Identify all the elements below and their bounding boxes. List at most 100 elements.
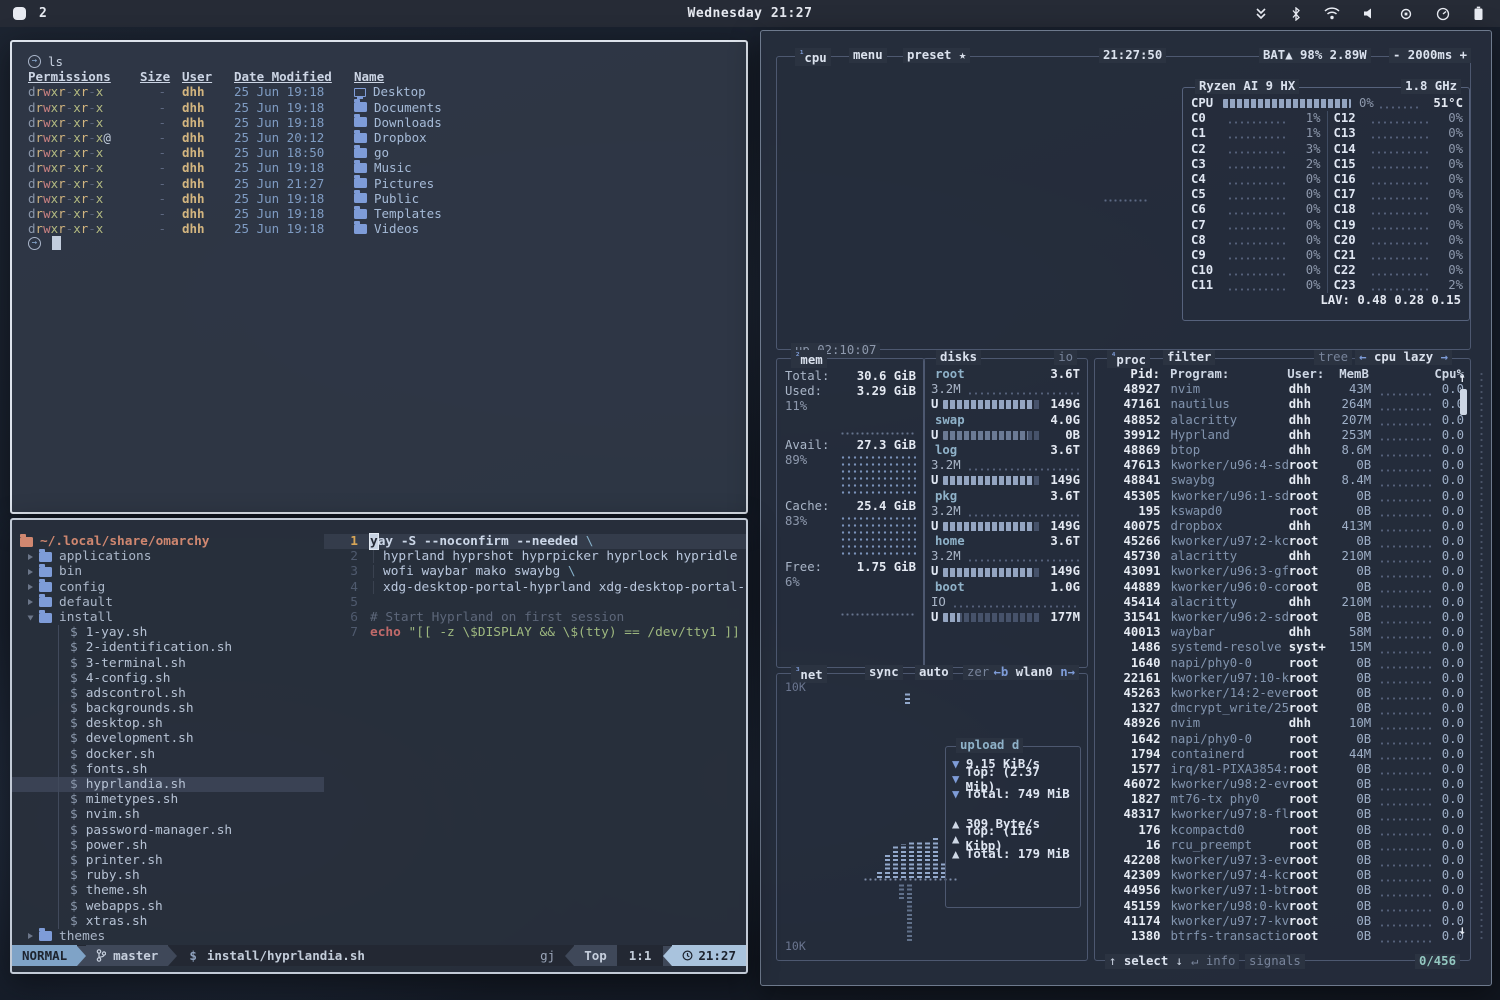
folder-icon: [20, 537, 33, 547]
date-modified: 25 Jun 18:50: [234, 145, 340, 160]
process-row[interactable]: 40075 dropbox dhh 413M 0.0: [1095, 519, 1470, 534]
file-name[interactable]: Desktop: [354, 84, 426, 99]
process-row[interactable]: 176 kcompactd0 root 0B 0.0: [1095, 823, 1470, 838]
refresh-interval[interactable]: - 2000ms +: [1389, 48, 1471, 63]
process-row[interactable]: 43091 kworker/u96:3-gf root 0B 0.0: [1095, 564, 1470, 579]
process-row[interactable]: 22161 kworker/u97:10-k root 0B 0.0: [1095, 671, 1470, 686]
prompt-line-2[interactable]: →: [28, 236, 746, 250]
btop-scrollbar[interactable]: [1480, 371, 1483, 941]
proc-box-title[interactable]: ⁴proc: [1107, 350, 1150, 368]
proc-footer-signals[interactable]: signals: [1245, 954, 1305, 969]
tree-dir-config[interactable]: config: [12, 580, 324, 595]
preset-button[interactable]: preset ★: [903, 48, 970, 63]
process-row[interactable]: 42309 kworker/u97:4-kc root 0B 0.0: [1095, 868, 1470, 883]
process-row[interactable]: 195 kswapd0 root 0B 0.0: [1095, 504, 1470, 519]
proc-header-row[interactable]: Pid: Program: User: MemB Cpu%: [1095, 367, 1470, 382]
process-row[interactable]: 1486 systemd-resolve syst+ 15M 0.0: [1095, 640, 1470, 655]
bluetooth-icon[interactable]: [1291, 7, 1301, 21]
tree-dir-install[interactable]: install: [12, 610, 324, 625]
tree-root[interactable]: ~/.local/share/omarchy: [12, 534, 324, 549]
process-row[interactable]: 45414 alacritty dhh 210M 0.0: [1095, 595, 1470, 610]
file-name[interactable]: Public: [354, 191, 419, 206]
process-row[interactable]: 1577 irq/81-PIXA3854: root 0B 0.0: [1095, 762, 1470, 777]
volume-icon[interactable]: [1363, 7, 1376, 20]
scroll-down-indicator[interactable]: ↓: [1459, 923, 1466, 938]
process-row[interactable]: 45305 kworker/u96:1-sd root 0B 0.0: [1095, 489, 1470, 504]
menu-button[interactable]: menu: [849, 48, 887, 63]
process-row[interactable]: 1380 btrfs-transactio root 0B 0.0: [1095, 929, 1470, 944]
file-name[interactable]: Templates: [354, 206, 442, 221]
process-row[interactable]: 1642 napi/phy0-0 root 0B 0.0: [1095, 732, 1470, 747]
filter-button[interactable]: filter: [1163, 350, 1215, 365]
file-name[interactable]: go: [354, 145, 389, 160]
git-branch[interactable]: master: [86, 945, 168, 966]
core-row: C23%: [1191, 142, 1321, 157]
process-row[interactable]: 48926 nvim dhh 10M 0.0: [1095, 716, 1470, 731]
proc-footer-info[interactable]: ↵ info: [1187, 954, 1239, 969]
process-row[interactable]: 48927 nvim dhh 43M 0.0: [1095, 382, 1470, 397]
file-name[interactable]: Pictures: [354, 176, 434, 191]
process-row[interactable]: 48841 swaybg dhh 8.4M 0.0: [1095, 473, 1470, 488]
mem-box-title[interactable]: ²mem: [791, 350, 827, 368]
file-name[interactable]: Dropbox: [354, 130, 427, 145]
process-row[interactable]: 45266 kworker/u97:2-kc root 0B 0.0: [1095, 534, 1470, 549]
process-row[interactable]: 47161 nautilus dhh 264M 0.0: [1095, 397, 1470, 412]
tree-dir-applications[interactable]: applications: [12, 549, 324, 564]
process-row[interactable]: 41174 kworker/u97:7-kv root 0B 0.0: [1095, 914, 1470, 929]
process-row[interactable]: 42208 kworker/u97:3-ev root 0B 0.0: [1095, 853, 1470, 868]
btop-window[interactable]: ¹cpu menu preset ★ 21:27:50 BAT▲ 98% 2.8…: [760, 30, 1492, 986]
process-row[interactable]: 44889 kworker/u96:0-co root 0B 0.0: [1095, 580, 1470, 595]
process-row[interactable]: 44956 kworker/u97:1-bt root 0B 0.0: [1095, 883, 1470, 898]
current-file[interactable]: $install/hyprlandia.sh: [189, 948, 365, 963]
code-line[interactable]: 7echo "[[ -z \$DISPLAY && \$(tty) == /de…: [324, 625, 746, 640]
cpu-box-title[interactable]: ¹cpu: [795, 48, 831, 66]
folder-open-icon: [39, 613, 52, 623]
code-line[interactable]: 3wofi waybar mako swaybg \: [324, 564, 746, 579]
code-line[interactable]: 4xdg-desktop-portal-hyprland xdg-desktop…: [324, 580, 746, 595]
tree-dir-default[interactable]: default: [12, 595, 324, 610]
proc-scrollbar-thumb[interactable]: [1460, 389, 1467, 415]
process-row[interactable]: 1640 napi/phy0-0 root 0B 0.0: [1095, 656, 1470, 671]
neovim-window[interactable]: ~/.local/share/omarchyapplicationsbincon…: [10, 518, 748, 974]
proc-footer-select[interactable]: ↑ select ↓: [1105, 954, 1187, 969]
process-row[interactable]: 47613 kworker/u96:4-sd root 0B 0.0: [1095, 458, 1470, 473]
sort-selector[interactable]: ← cpu lazy →: [1355, 350, 1452, 365]
process-row[interactable]: 45263 kworker/14:2-eve root 0B 0.0: [1095, 686, 1470, 701]
updates-icon[interactable]: [1254, 7, 1268, 21]
process-row[interactable]: 45159 kworker/u98:0-kv root 0B 0.0: [1095, 899, 1470, 914]
process-row[interactable]: 45730 alacritty dhh 210M 0.0: [1095, 549, 1470, 564]
tree-dir-bin[interactable]: bin: [12, 564, 324, 579]
file-name[interactable]: Videos: [354, 221, 419, 236]
io-mode-button[interactable]: io: [1054, 350, 1077, 365]
scroll-up-indicator[interactable]: ↑: [1459, 371, 1466, 386]
tree-dir-themes[interactable]: themes: [12, 929, 324, 943]
process-row[interactable]: 48317 kworker/u97:8-fl root 0B 0.0: [1095, 807, 1470, 822]
process-row[interactable]: 46072 kworker/u98:2-ev root 0B 0.0: [1095, 777, 1470, 792]
gear-icon[interactable]: [1399, 7, 1413, 21]
gauge-icon[interactable]: [1436, 7, 1450, 21]
file-tree-pane[interactable]: ~/.local/share/omarchyapplicationsbincon…: [12, 520, 324, 943]
ls-output: drwxr-xr-x - dhh 25 Jun 19:18 Desktop dr…: [28, 84, 746, 236]
file-name[interactable]: Music: [354, 160, 412, 175]
process-row[interactable]: 48869 btop dhh 8.6M 0.0: [1095, 443, 1470, 458]
process-row[interactable]: 16 rcu_preempt root 0B 0.0: [1095, 838, 1470, 853]
editor-pane[interactable]: 1yay -S --noconfirm --needed \2hyprland …: [324, 520, 746, 943]
code-line[interactable]: 2hyprland hyprshot hyprpicker hyprlock h…: [324, 549, 746, 564]
code-line[interactable]: 5: [324, 595, 746, 610]
file-name[interactable]: Documents: [354, 100, 442, 115]
file-name[interactable]: Downloads: [354, 115, 442, 130]
process-row[interactable]: 1327 dmcrypt_write/25 root 0B 0.0: [1095, 701, 1470, 716]
process-row[interactable]: 48852 alacritty dhh 207M 0.0: [1095, 413, 1470, 428]
terminal-window[interactable]: → ls Permissions Size User Date Modified…: [10, 40, 748, 514]
process-row[interactable]: 39912 Hyprland dhh 253M 0.0: [1095, 428, 1470, 443]
disks-box-title[interactable]: disks: [936, 350, 981, 365]
tree-button[interactable]: tree: [1314, 350, 1352, 365]
code-line[interactable]: 1yay -S --noconfirm --needed \: [324, 534, 746, 549]
wifi-icon[interactable]: [1324, 7, 1340, 20]
process-row[interactable]: 40013 waybar dhh 58M 0.0: [1095, 625, 1470, 640]
process-row[interactable]: 1827 mt76-tx phy0 root 0B 0.0: [1095, 792, 1470, 807]
process-row[interactable]: 1794 containerd root 44M 0.0: [1095, 747, 1470, 762]
process-row[interactable]: 31541 kworker/u96:2-sd root 0B 0.0: [1095, 610, 1470, 625]
battery-icon[interactable]: [1473, 6, 1484, 21]
code-line[interactable]: 6# Start Hyprland on first session: [324, 610, 746, 625]
